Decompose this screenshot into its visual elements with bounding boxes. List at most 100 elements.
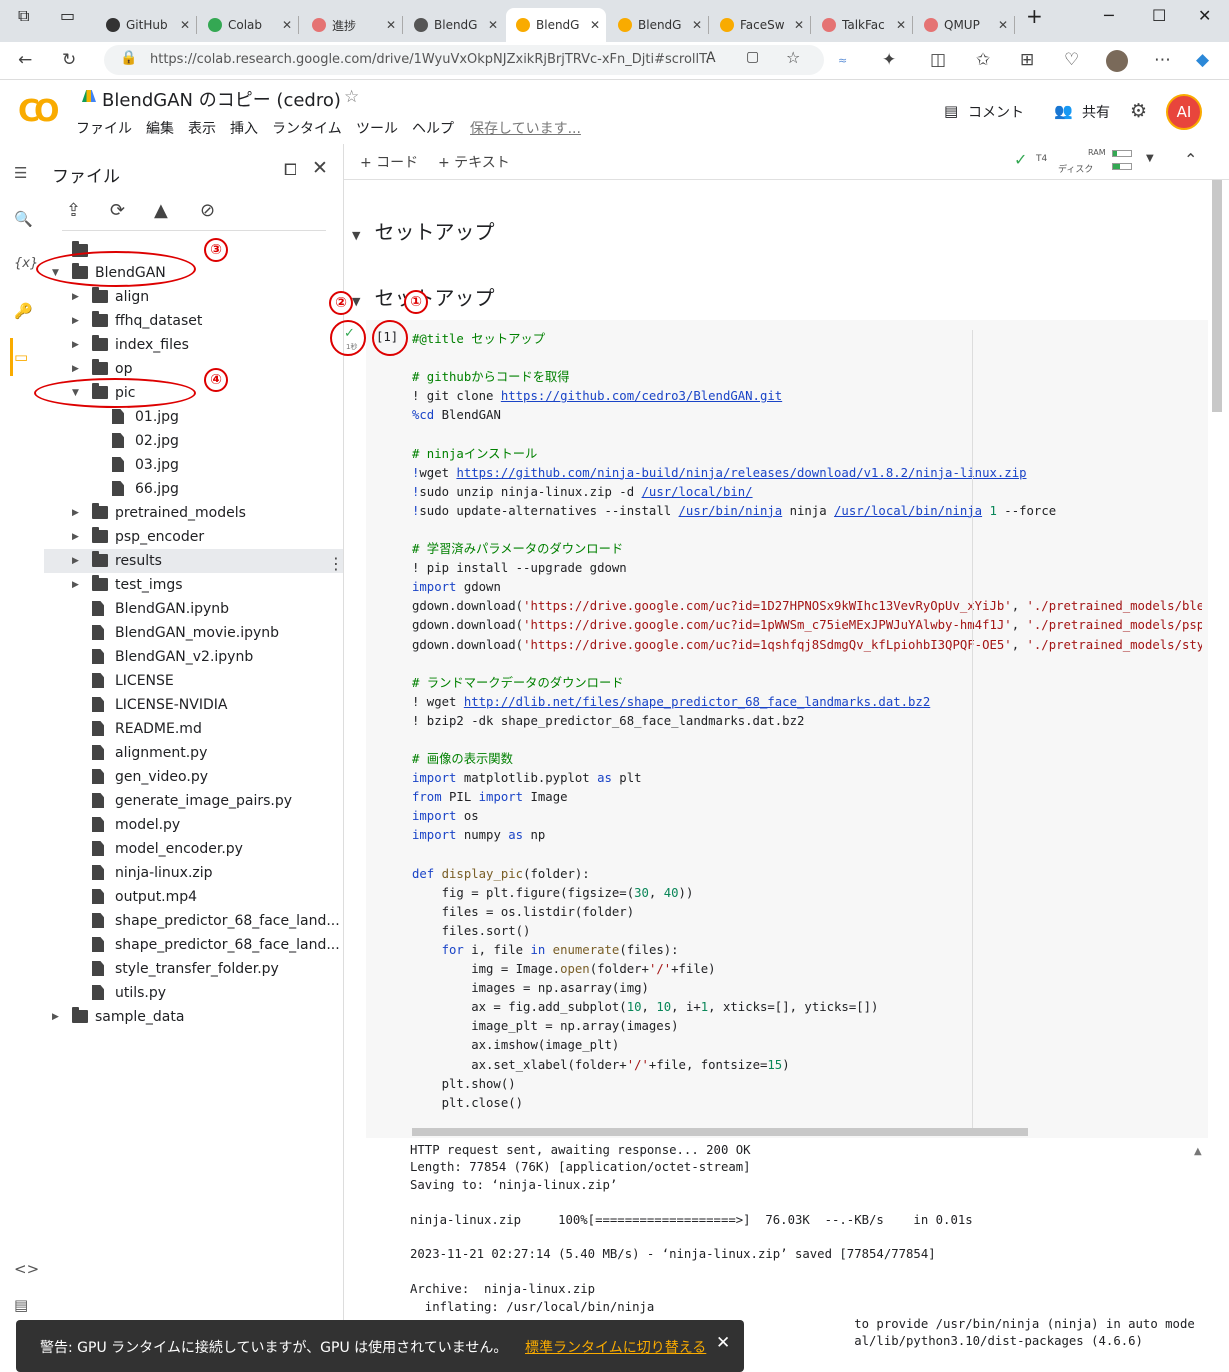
add-text-button[interactable]: + テキスト <box>438 152 510 172</box>
files-folder-icon[interactable]: ▭ <box>14 348 28 366</box>
more-menu-icon[interactable]: ⋯ <box>1154 50 1171 70</box>
folder-row[interactable]: ▶ ffhq_dataset <box>44 309 343 333</box>
close-tab-icon[interactable]: ✕ <box>896 18 906 32</box>
maximize-icon[interactable]: ☐ <box>1152 6 1166 25</box>
table-of-contents-icon[interactable]: ☰ <box>14 164 27 182</box>
star-icon[interactable]: ☆ <box>344 87 359 107</box>
close-tab-icon[interactable]: ✕ <box>386 18 396 32</box>
browser-tab[interactable]: FaceSw ✕ <box>710 8 810 42</box>
workspaces-icon[interactable]: ⧉ <box>18 6 29 26</box>
file-row[interactable]: 01.jpg <box>44 405 343 429</box>
file-row[interactable]: style_transfer_folder.py <box>44 957 343 981</box>
folder-row[interactable]: ▶ psp_encoder <box>44 525 343 549</box>
runtime-dropdown-icon[interactable]: ▼ <box>1146 153 1154 164</box>
upload-icon[interactable]: ⇪ <box>66 200 81 221</box>
close-tab-icon[interactable]: ✕ <box>794 18 804 32</box>
close-tab-icon[interactable]: ✕ <box>998 18 1008 32</box>
switch-runtime-link[interactable]: 標準ランタイムに切り替える <box>525 1337 706 1357</box>
code-editor[interactable]: #@title セットアップ # githubからコードを取得 ! git clon… <box>412 330 1202 1113</box>
favorite-star-icon[interactable]: ☆ <box>786 48 800 67</box>
expand-closed-icon[interactable]: ▶ <box>72 508 79 518</box>
file-row[interactable]: 66.jpg <box>44 477 343 501</box>
menu-item[interactable]: 表示 <box>188 118 216 138</box>
file-row[interactable]: BlendGAN_v2.ipynb <box>44 645 343 669</box>
close-tab-icon[interactable]: ✕ <box>282 18 292 32</box>
file-row[interactable]: LICENSE <box>44 669 343 693</box>
ram-meter[interactable] <box>1112 150 1132 157</box>
folder-row[interactable]: ▶ sample_data <box>44 1005 343 1029</box>
refresh-folder-icon[interactable]: ⟳ <box>110 200 125 221</box>
menu-item[interactable]: 挿入 <box>230 118 258 138</box>
folder-row[interactable]: ▶ index_files <box>44 333 343 357</box>
secrets-key-icon[interactable]: 🔑 <box>14 302 33 320</box>
menu-item[interactable]: ヘルプ <box>412 118 454 138</box>
tab-actions-icon[interactable]: ▭ <box>60 6 75 25</box>
hide-files-icon[interactable]: ⊘ <box>200 200 215 221</box>
menu-item[interactable]: 編集 <box>146 118 174 138</box>
add-code-button[interactable]: + コード <box>360 152 418 172</box>
collapse-header-icon[interactable]: ⌃ <box>1184 150 1197 169</box>
file-row[interactable]: utils.py <box>44 981 343 1005</box>
file-row[interactable]: shape_predictor_68_face_land... <box>44 909 343 933</box>
favorites-icon[interactable]: ✩ <box>976 50 990 70</box>
vertical-scrollbar[interactable] <box>1212 180 1222 412</box>
output-scroll-up-icon[interactable]: ▲ <box>1194 1146 1202 1157</box>
reload-icon[interactable]: ↻ <box>62 50 76 70</box>
browser-tab[interactable]: QMUP ✕ <box>914 8 1014 42</box>
expand-closed-icon[interactable]: ▶ <box>72 532 79 542</box>
copilot-icon[interactable]: ◆ <box>1196 50 1209 70</box>
file-row[interactable]: model_encoder.py <box>44 837 343 861</box>
close-icon[interactable]: ✕ <box>716 1333 730 1353</box>
horizontal-scrollbar[interactable] <box>412 1128 1028 1136</box>
file-row[interactable]: gen_video.py <box>44 765 343 789</box>
browser-tab[interactable]: BlendG ✕ <box>506 8 606 42</box>
folder-row[interactable]: ▶ align <box>44 285 343 309</box>
extension-icon[interactable]: ≈ <box>838 54 847 67</box>
expand-closed-icon[interactable]: ▶ <box>72 580 79 590</box>
expand-closed-icon[interactable]: ▶ <box>72 292 79 302</box>
collapse-triangle-icon[interactable]: ▼ <box>352 295 360 308</box>
menu-item[interactable]: ツール <box>356 118 398 138</box>
share-button[interactable]: 共有 <box>1082 102 1110 122</box>
comment-icon[interactable]: ▤ <box>944 102 958 120</box>
folder-row[interactable]: ▶ test_imgs <box>44 573 343 597</box>
open-in-tab-icon[interactable]: ⧠ <box>284 160 297 180</box>
browser-tab[interactable]: GitHub ✕ <box>96 8 196 42</box>
file-row[interactable]: alignment.py <box>44 741 343 765</box>
extensions-puzzle-icon[interactable]: ✦ <box>882 50 896 70</box>
file-row[interactable]: 03.jpg <box>44 453 343 477</box>
browser-tab[interactable]: TalkFac ✕ <box>812 8 912 42</box>
file-row[interactable]: output.mp4 <box>44 885 343 909</box>
address-bar[interactable]: 🔒 https://colab.research.google.com/driv… <box>104 45 824 75</box>
close-panel-icon[interactable]: ✕ <box>312 157 328 179</box>
close-tab-icon[interactable]: ✕ <box>692 18 702 32</box>
disk-meter[interactable] <box>1112 163 1132 170</box>
account-avatar[interactable]: AI <box>1166 94 1202 130</box>
close-window-icon[interactable]: ✕ <box>1198 6 1211 25</box>
close-tab-icon[interactable]: ✕ <box>590 18 600 32</box>
file-row[interactable]: LICENSE-NVIDIA <box>44 693 343 717</box>
expand-closed-icon[interactable]: ▶ <box>72 364 79 374</box>
file-row[interactable]: shape_predictor_68_face_land... <box>44 933 343 957</box>
health-icon[interactable]: ♡ <box>1064 50 1079 70</box>
browser-tab[interactable]: BlendG ✕ <box>404 8 504 42</box>
profile-avatar[interactable] <box>1106 50 1128 72</box>
saving-status[interactable]: 保存しています... <box>470 118 581 138</box>
expand-closed-icon[interactable]: ▶ <box>52 1012 59 1022</box>
collapse-triangle-icon[interactable]: ▼ <box>352 229 360 242</box>
file-row[interactable]: ninja-linux.zip <box>44 861 343 885</box>
mount-drive-icon[interactable]: ▲ <box>154 200 168 221</box>
back-icon[interactable]: ← <box>18 50 32 70</box>
settings-gear-icon[interactable]: ⚙ <box>1130 100 1147 122</box>
file-row[interactable]: README.md <box>44 717 343 741</box>
menu-item[interactable]: ランタイム <box>272 118 342 138</box>
folder-row[interactable]: ▶ results <box>44 549 343 573</box>
file-row[interactable]: model.py <box>44 813 343 837</box>
section-heading[interactable]: ▼ セットアップ <box>352 216 494 245</box>
variables-icon[interactable]: {x} <box>14 256 38 271</box>
code-snippets-icon[interactable]: <> <box>14 1260 39 1278</box>
file-row[interactable]: generate_image_pairs.py <box>44 789 343 813</box>
close-tab-icon[interactable]: ✕ <box>180 18 190 32</box>
code-cell[interactable]: [1] #@title セットアップ # githubからコードを取得! git … <box>366 320 1208 1138</box>
expand-closed-icon[interactable]: ▶ <box>72 340 79 350</box>
